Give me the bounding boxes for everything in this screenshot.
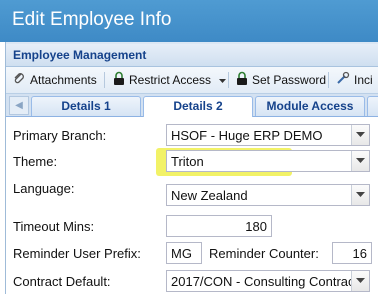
tab-label: Module Access bbox=[266, 99, 354, 113]
window-titlebar: Edit Employee Info bbox=[0, 0, 378, 42]
section-title: Employee Management bbox=[13, 48, 147, 62]
language-value: New Zealand bbox=[171, 188, 248, 203]
reminder-counter-label: Reminder Counter: bbox=[209, 246, 319, 261]
theme-label: Theme: bbox=[13, 154, 58, 169]
toolbar-divider bbox=[104, 72, 105, 88]
chevron-down-icon bbox=[219, 73, 227, 87]
tab-next[interactable] bbox=[367, 96, 378, 116]
tab-label: Details 1 bbox=[61, 99, 111, 113]
set-password-label: Set Password bbox=[252, 73, 327, 87]
reminder-counter-value: 16 bbox=[352, 246, 367, 261]
language-label: Language: bbox=[13, 181, 75, 196]
section-header: Employee Management bbox=[6, 44, 378, 67]
contract-default-select[interactable]: 2017/CON - Consulting Contract 2 bbox=[166, 270, 370, 292]
timeout-label: Timeout Mins: bbox=[13, 219, 95, 234]
incident-label: Inci bbox=[354, 72, 373, 87]
chevron-down-icon[interactable] bbox=[351, 151, 369, 171]
primary-branch-select[interactable]: HSOF - Huge ERP DEMO bbox=[166, 124, 370, 146]
tools-icon bbox=[336, 71, 350, 88]
tab-label: Details 2 bbox=[173, 99, 223, 113]
tab-details-2[interactable]: Details 2 bbox=[143, 96, 253, 117]
tab-details-1[interactable]: Details 1 bbox=[31, 96, 141, 116]
toolbar-divider bbox=[328, 72, 329, 88]
tab-module-access[interactable]: Module Access bbox=[255, 96, 365, 116]
attachments-label: Attachments bbox=[30, 72, 97, 87]
attachments-button[interactable]: Attachments bbox=[12, 71, 97, 89]
language-select[interactable]: New Zealand bbox=[166, 184, 370, 206]
tab-scroll-left-icon[interactable]: ◀ bbox=[9, 96, 29, 115]
reminder-counter-input[interactable]: 16 bbox=[332, 242, 372, 264]
tab-strip: ◀ Details 1 Details 2 Module Access bbox=[6, 94, 378, 117]
primary-branch-label: Primary Branch: bbox=[13, 128, 107, 143]
contract-default-label: Contract Default: bbox=[13, 274, 111, 289]
reminder-prefix-input[interactable]: MG bbox=[166, 242, 202, 264]
lock-icon bbox=[113, 71, 125, 89]
theme-value: Triton bbox=[171, 154, 204, 169]
lock-icon bbox=[236, 71, 248, 89]
toolbar-divider bbox=[228, 72, 229, 88]
timeout-input[interactable]: 180 bbox=[166, 215, 272, 237]
restrict-access-button[interactable]: Restrict Access bbox=[113, 71, 227, 89]
contract-default-value: 2017/CON - Consulting Contract 2 bbox=[171, 274, 351, 289]
paperclip-icon bbox=[12, 71, 26, 88]
incident-button[interactable]: Inci bbox=[336, 71, 373, 89]
toolbar: Attachments Restrict Access Set Password… bbox=[6, 67, 378, 94]
restrict-access-label: Restrict Access bbox=[129, 73, 212, 87]
window-title: Edit Employee Info bbox=[12, 9, 172, 30]
chevron-down-icon[interactable] bbox=[351, 185, 369, 205]
chevron-down-icon[interactable] bbox=[351, 271, 369, 291]
timeout-value: 180 bbox=[245, 219, 267, 234]
primary-branch-value: HSOF - Huge ERP DEMO bbox=[171, 128, 323, 143]
chevron-down-icon[interactable] bbox=[351, 125, 369, 145]
theme-select[interactable]: Triton bbox=[166, 150, 370, 172]
reminder-prefix-label: Reminder User Prefix: bbox=[13, 246, 141, 261]
reminder-prefix-value: MG bbox=[171, 246, 192, 261]
set-password-button[interactable]: Set Password bbox=[236, 71, 326, 89]
